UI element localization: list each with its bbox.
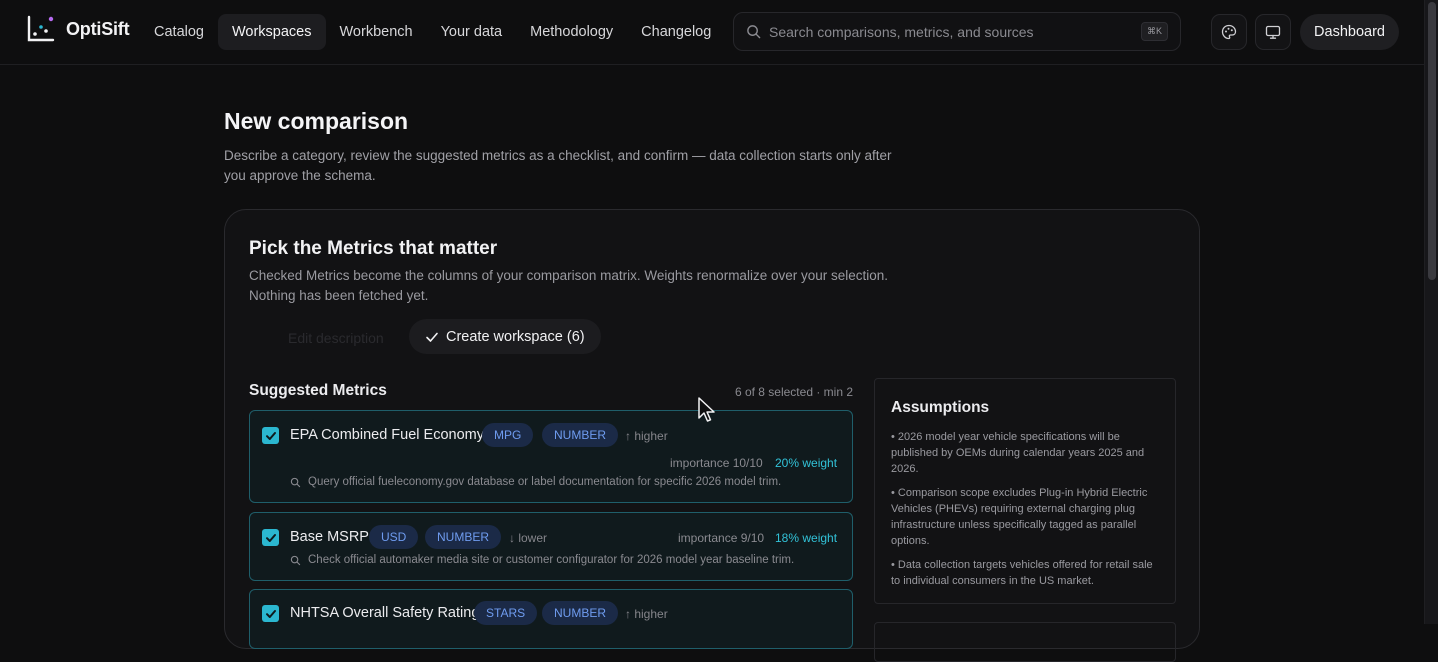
unit-badge: STARS bbox=[474, 601, 538, 625]
assumption-item: • 2026 model year vehicle specifications… bbox=[891, 431, 1145, 475]
type-badge: NUMBER bbox=[425, 525, 502, 549]
assumptions-list: • 2026 model year vehicle specifications… bbox=[891, 429, 1163, 597]
metric-name: Base MSRP bbox=[290, 529, 369, 545]
check-icon bbox=[426, 332, 438, 342]
scrollbar-thumb[interactable] bbox=[1428, 2, 1436, 280]
suggested-metrics-title: Suggested Metrics bbox=[249, 382, 387, 399]
metrics-card: Pick the Metrics that matter Checked Met… bbox=[224, 209, 1200, 662]
assumption-item: • Comparison scope excludes Plug-in Hybr… bbox=[891, 487, 1148, 547]
assumption-item: • Data collection targets vehicles offer… bbox=[891, 559, 1153, 587]
create-workspace-label: Create workspace (6) bbox=[446, 328, 585, 345]
checkmark-icon bbox=[265, 609, 276, 618]
metric-hint-text: Query official fueleconomy.gov database … bbox=[308, 476, 782, 488]
weight-label: 18% weight bbox=[775, 531, 838, 545]
main-nav: Catalog Workspaces Workbench Your data M… bbox=[140, 14, 725, 50]
page-title: New comparison bbox=[224, 108, 409, 134]
assumptions-title: Assumptions bbox=[891, 399, 990, 416]
unit-badge: MPG bbox=[482, 423, 534, 447]
direction-label: ↓ lower bbox=[509, 531, 548, 545]
search-icon bbox=[747, 25, 761, 39]
checkmark-icon bbox=[265, 431, 276, 440]
metric-hint-text: Check official automaker media site or c… bbox=[308, 554, 795, 566]
brand-name: OptiSift bbox=[66, 18, 130, 39]
secondary-panel bbox=[874, 622, 1176, 662]
metric-checkbox[interactable] bbox=[262, 427, 279, 444]
create-workspace-button[interactable]: Create workspace (6) bbox=[409, 319, 601, 354]
nav-workbench[interactable]: Workbench bbox=[326, 14, 427, 50]
type-badge: NUMBER bbox=[542, 423, 619, 447]
nav-workspaces[interactable]: Workspaces bbox=[217, 14, 326, 50]
direction-label: ↑ higher bbox=[625, 429, 668, 443]
metric-hint: Check official automaker media site or c… bbox=[290, 554, 794, 566]
metric-checkbox[interactable] bbox=[262, 605, 279, 622]
display-button[interactable] bbox=[1255, 14, 1291, 50]
nav-catalog[interactable]: Catalog bbox=[140, 14, 218, 50]
unit-badge: USD bbox=[369, 525, 419, 549]
card-title: Pick the Metrics that matter bbox=[249, 238, 498, 259]
metric-checkbox[interactable] bbox=[262, 529, 279, 546]
search-icon bbox=[290, 477, 301, 487]
monitor-icon bbox=[1265, 25, 1281, 39]
search-shortcut-badge: ⌘K bbox=[1140, 22, 1168, 41]
page-description: Describe a category, review the suggeste… bbox=[224, 148, 892, 183]
nav-your-data[interactable]: Your data bbox=[427, 14, 517, 50]
metric-item[interactable]: Base MSRP USD NUMBER ↓ lower importance … bbox=[249, 512, 853, 581]
search-placeholder: Search comparisons, metrics, and sources bbox=[769, 23, 1034, 40]
edit-description-button[interactable]: Edit description bbox=[253, 322, 403, 354]
top-bar: OptiSift Catalog Workspaces Workbench Yo… bbox=[0, 0, 1424, 65]
search-input[interactable]: Search comparisons, metrics, and sources… bbox=[733, 12, 1181, 51]
mouse-cursor-icon bbox=[698, 397, 715, 422]
checkmark-icon bbox=[265, 533, 276, 542]
page-scrollbar[interactable] bbox=[1424, 0, 1438, 624]
nav-methodology[interactable]: Methodology bbox=[516, 14, 627, 50]
theme-button[interactable] bbox=[1211, 14, 1247, 50]
metric-hint: Query official fueleconomy.gov database … bbox=[290, 476, 781, 488]
direction-label: ↑ higher bbox=[625, 607, 668, 621]
weight-label: 20% weight bbox=[775, 456, 838, 470]
search-icon bbox=[290, 555, 301, 565]
metric-name: EPA Combined Fuel Economy bbox=[290, 427, 484, 443]
card-description: Checked Metrics become the columns of yo… bbox=[249, 268, 889, 303]
assumptions-panel: Assumptions • 2026 model year vehicle sp… bbox=[874, 378, 1176, 604]
selection-count: 6 of 8 selected · min 2 bbox=[734, 385, 853, 399]
palette-icon bbox=[1221, 24, 1237, 40]
optisift-logo-icon bbox=[27, 15, 55, 42]
nav-changelog[interactable]: Changelog bbox=[627, 14, 725, 50]
type-badge: NUMBER bbox=[542, 601, 619, 625]
importance-label: importance 10/10 bbox=[670, 456, 763, 470]
metric-item[interactable]: NHTSA Overall Safety Rating STARS NUMBER… bbox=[249, 589, 853, 649]
metric-item[interactable]: EPA Combined Fuel Economy MPG NUMBER ↑ h… bbox=[249, 410, 853, 503]
metric-name: NHTSA Overall Safety Rating bbox=[290, 605, 480, 621]
brand-logo[interactable]: OptiSift bbox=[26, 14, 130, 44]
importance-label: importance 9/10 bbox=[678, 531, 765, 545]
dashboard-button[interactable]: Dashboard bbox=[1300, 14, 1399, 50]
